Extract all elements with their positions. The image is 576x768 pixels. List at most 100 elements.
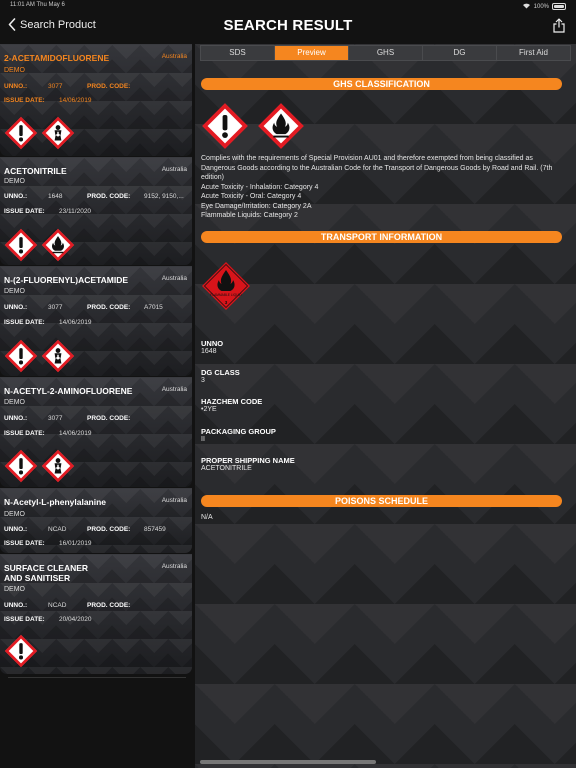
exclamation-pictogram [4, 449, 38, 483]
health-hazard-pictogram [41, 449, 75, 483]
product-name: ACETONITRILE [4, 166, 67, 176]
status-battery: 100% [522, 2, 566, 11]
product-company: DEMO [4, 288, 25, 295]
product-card[interactable]: 2-ACETAMIDOFLUORENE Australia DEMO UNNO.: 30… [0, 44, 192, 156]
exclamation-pictogram [4, 228, 38, 262]
packaging-group-value: II [201, 436, 205, 443]
product-list[interactable]: 2-ACETAMIDOFLUORENE Australia DEMO UNNO.: 30… [0, 44, 193, 684]
prod-code-label: PROD. CODE: [87, 415, 131, 422]
issue-date-value: 14/06/2019 [59, 97, 92, 104]
detail-panel: SDS Preview GHS DG First Aid GHS CLASSIFICAT… [195, 44, 576, 768]
flammable-liquid-dg-icon: FLAMMABLE LIQUID 3 [202, 262, 250, 310]
product-company: DEMO [4, 586, 25, 593]
product-name: N-ACETYL-2-AMINOFLUORENE [4, 386, 133, 396]
product-name: 2-ACETAMIDOFLUORENE [4, 53, 110, 63]
exclamation-pictogram [4, 116, 38, 150]
ghs-text-line: Complies with the requirements of Specia… [201, 155, 555, 181]
product-name: SURFACE CLEANER AND SANITISER [4, 563, 89, 583]
dg-diamond-text: FLAMMABLE LIQUID [210, 293, 242, 297]
status-time: 11:01 AM Thu May 6 [10, 2, 65, 8]
ghs-classification-text: Complies with the requirements of Specia… [201, 154, 561, 221]
unno-value: 3077 [48, 415, 63, 422]
product-pictograms [4, 339, 75, 373]
exclamation-pictogram [201, 102, 249, 150]
product-card[interactable]: N-(2-FLUORENYL)ACETAMIDE Australia DEMO UNN… [0, 266, 192, 376]
dg-class-label: DG CLASS [201, 368, 240, 377]
list-divider [8, 677, 186, 678]
exclamation-pictogram [4, 634, 38, 668]
ghs-text-line: Eye Damage/Irritation: Category 2A [201, 202, 312, 210]
product-pictograms [4, 116, 75, 150]
issue-date-value: 14/06/2019 [59, 430, 92, 437]
product-card[interactable]: SURFACE CLEANER AND SANITISER Australia DEM… [0, 554, 192, 674]
product-company: DEMO [4, 178, 25, 185]
unno-label: UNNO.: [4, 304, 28, 311]
issue-date-label: ISSUE DATE: [4, 97, 45, 104]
unno-value: NCAD [48, 526, 67, 533]
transport-information-header: TRANSPORT INFORMATION [201, 231, 562, 243]
poisons-schedule-header: POISONS SCHEDULE [201, 495, 562, 507]
ghs-classification-header: GHS CLASSIFICATION [201, 78, 562, 90]
share-icon [553, 18, 565, 37]
issue-date-label: ISSUE DATE: [4, 540, 45, 547]
ghs-pictograms [201, 102, 305, 150]
dg-class-value: 3 [201, 377, 205, 384]
product-pictograms [4, 449, 75, 483]
product-company: DEMO [4, 511, 25, 518]
exclamation-pictogram [4, 339, 38, 373]
tab-sds[interactable]: SDS [201, 46, 275, 60]
issue-date-label: ISSUE DATE: [4, 616, 45, 623]
ghs-text-line: Acute Toxicity - Oral: Category 4 [201, 193, 302, 200]
product-pictograms [4, 634, 38, 668]
unno-label: UNNO.: [4, 602, 28, 609]
tab-dg[interactable]: DG [423, 46, 497, 60]
product-country: Australia [161, 166, 187, 173]
app-root: 11:01 AM Thu May 6 100% Search Product S… [0, 0, 576, 768]
page-title: SEARCH RESULT [223, 17, 353, 34]
unno-label: UNNO.: [4, 526, 28, 533]
issue-date-label: ISSUE DATE: [4, 208, 45, 215]
poisons-schedule-value: N/A [201, 514, 213, 521]
prod-code-label: PROD. CODE: [87, 193, 131, 200]
product-name: N-Acetyl-L-phenylalanine [4, 497, 107, 507]
issue-date-value: 20/04/2020 [59, 616, 92, 623]
unno-label: UNNO [201, 339, 224, 348]
prod-code-value: 9152, 9150,... [144, 193, 184, 200]
issue-date-label: ISSUE DATE: [4, 430, 45, 437]
issue-date-value: 16/01/2019 [59, 540, 92, 547]
unno-value: 1648 [48, 193, 63, 200]
nav-bar: Search Product SEARCH RESULT [0, 12, 576, 42]
health-hazard-pictogram [41, 116, 75, 150]
product-company: DEMO [4, 67, 25, 74]
tab-first-aid[interactable]: First Aid [497, 46, 570, 60]
wifi-icon [522, 2, 531, 11]
ghs-text-line: Acute Toxicity - Inhalation: Category 4 [201, 183, 319, 191]
battery-percent: 100% [533, 3, 549, 10]
unno-value: 1648 [201, 348, 217, 355]
battery-icon [552, 3, 566, 10]
tab-ghs[interactable]: GHS [349, 46, 423, 60]
unno-label: UNNO.: [4, 415, 28, 422]
prod-code-label: PROD. CODE: [87, 526, 131, 533]
flame-pictogram [41, 228, 75, 262]
unno-label: UNNO.: [4, 83, 28, 90]
product-card[interactable]: N-Acetyl-L-phenylalanine Australia DEMO UNN… [0, 488, 192, 553]
prod-code-label: PROD. CODE: [87, 602, 131, 609]
product-country: Australia [161, 386, 187, 393]
hazchem-code-label: HAZCHEM CODE [201, 397, 263, 406]
prod-code-value: 857459 [144, 526, 166, 533]
proper-shipping-name-value: ACETONITRILE [201, 465, 252, 472]
unno-value: 3077 [48, 83, 63, 90]
issue-date-value: 14/06/2019 [59, 319, 92, 326]
product-card[interactable]: N-ACETYL-2-AMINOFLUORENE Australia DEMO UNN… [0, 377, 192, 487]
health-hazard-pictogram [41, 339, 75, 373]
prod-code-label: PROD. CODE: [87, 83, 131, 90]
share-button[interactable] [553, 18, 565, 38]
issue-date-label: ISSUE DATE: [4, 319, 45, 326]
tab-preview[interactable]: Preview [275, 46, 349, 60]
home-indicator[interactable] [200, 760, 376, 764]
product-card[interactable]: ACETONITRILE Australia DEMO UNNO.: 1648 PROD.… [0, 157, 192, 265]
product-company: DEMO [4, 399, 25, 406]
product-name: N-(2-FLUORENYL)ACETAMIDE [4, 275, 129, 285]
issue-date-value: 23/11/2020 [59, 208, 92, 215]
